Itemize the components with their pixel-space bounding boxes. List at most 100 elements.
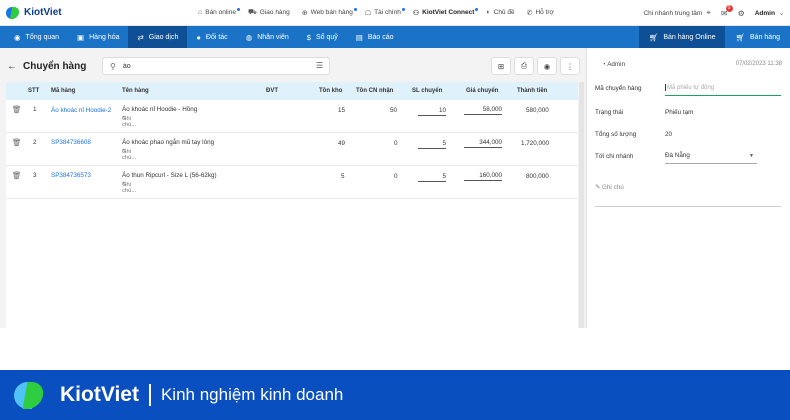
row-branch-stock: 0 <box>394 140 398 147</box>
price-input[interactable]: 344,000 <box>464 139 502 148</box>
nav-label: Báo cáo <box>367 33 394 41</box>
main-nav: ◉ Tổng quan ▣ Hàng hóa ⇄ Giao dịch ● Đối tác… <box>0 26 790 48</box>
online-sales-button[interactable]: 🛒︎ Bán hàng Online <box>638 26 726 48</box>
row-branch-stock: 50 <box>390 107 398 114</box>
nav-label: Nhân viên <box>257 33 289 41</box>
footer-divider <box>148 384 151 406</box>
row-code[interactable]: Áo khoác nỉ Hoodie-2 <box>51 106 113 115</box>
sales-button[interactable]: 🛒︎ Bán hàng <box>725 26 790 48</box>
col-qty: SL chuyển <box>412 88 443 94</box>
chevron-down-icon[interactable]: ⌄ <box>779 10 784 17</box>
pencil-icon: ✎ <box>122 182 127 188</box>
cart-icon: 🛒︎ <box>735 32 746 42</box>
pencil-icon: ✎ <box>595 184 601 191</box>
top-link-label: KiotViet Connect <box>422 9 475 16</box>
col-price: Giá chuyển <box>466 88 499 94</box>
cart-icon: 🛒︎ <box>648 32 659 42</box>
top-link-label: Tài chính <box>374 9 401 16</box>
nav-label: Hàng hóa <box>89 33 120 41</box>
row-stt: 1 <box>33 106 37 113</box>
top-link-kiotviet-connect[interactable]: ⚇ KiotViet Connect <box>412 7 479 17</box>
trash-icon[interactable]: 🗑︎ <box>12 171 22 180</box>
footer-brand: KiotViet <box>60 383 139 406</box>
col-unit: ĐVT <box>266 88 278 94</box>
col-stock: Tồn kho <box>319 88 343 94</box>
table-row: 🗑︎ 1 Áo khoác nỉ Hoodie-2 Áo khoác nỉ Ho… <box>6 100 578 133</box>
trash-icon[interactable]: 🗑︎ <box>12 105 22 114</box>
eye-icon: ◉ <box>14 32 21 42</box>
branch-name[interactable]: Chi nhánh trung tâm <box>643 10 702 17</box>
qty-input[interactable]: 10 <box>418 107 446 116</box>
row-stock: 15 <box>338 107 346 114</box>
pencil-icon: ✎ <box>122 149 127 155</box>
product-search[interactable]: ⚲ ☰ <box>102 57 330 75</box>
top-links: ⌂ Bán online ⛟ Giao hàng ⊕ Web bán hàng ☖ Tà… <box>198 7 566 17</box>
price-input[interactable]: 160,000 <box>464 172 502 181</box>
nav-bao-cao[interactable]: ▤ Báo cáo <box>347 26 403 48</box>
list-icon[interactable]: ☰ <box>316 61 323 70</box>
footer-banner: KiotViet Kinh nghiệm kinh doanh <box>0 370 790 420</box>
connect-icon: ⚇ <box>412 9 420 17</box>
qty-input[interactable]: 5 <box>418 140 446 149</box>
notification-badge: 0 <box>725 4 733 12</box>
transfer-code-input[interactable]: Mã phiếu tự động <box>665 83 781 96</box>
status-label: Trạng thái <box>595 109 624 116</box>
row-branch-stock: 0 <box>394 173 398 180</box>
finance-icon: ☖ <box>364 9 372 17</box>
top-link-chu-de[interactable]: ◐ Chủ đề <box>486 9 514 16</box>
truck-icon: ⛟ <box>247 9 257 16</box>
nav-hang-hoa[interactable]: ▣ Hàng hóa <box>68 26 128 48</box>
nav-label: Giao dịch <box>148 33 179 41</box>
row-total: 800,000 <box>526 173 549 180</box>
code-placeholder: Mã phiếu tự động <box>667 85 715 92</box>
total-qty-label: Tổng số lượng <box>595 131 637 138</box>
status-value: Phiếu tạm <box>665 109 694 116</box>
row-stt: 3 <box>33 172 37 179</box>
top-link-ban-online[interactable]: ⌂ Bán online <box>198 8 240 16</box>
top-link-tai-chinh[interactable]: ☖ Tài chính <box>364 7 405 17</box>
nav-tong-quan[interactable]: ◉ Tổng quan <box>0 26 68 48</box>
to-branch-select[interactable]: Đà Nẵng ▼ <box>665 152 757 164</box>
top-link-web-ban-hang[interactable]: ⊕ Web bán hàng <box>302 7 357 17</box>
mail-icon[interactable]: ✉ 0 <box>721 4 733 18</box>
nav-right: 🛒︎ Bán hàng Online 🛒︎ Bán hàng <box>638 26 790 48</box>
row-stt: 2 <box>33 139 37 146</box>
more-button[interactable]: ⋮ <box>560 57 580 75</box>
online-sales-label: Bán hàng Online <box>663 33 716 41</box>
row-code[interactable]: SP384736573 <box>51 172 91 179</box>
trash-icon[interactable]: 🗑︎ <box>12 138 22 147</box>
side-user: ◔ Admin <box>602 61 625 68</box>
table-scrollbar[interactable] <box>579 82 584 328</box>
nav-giao-dich[interactable]: ⇄ Giao dịch <box>128 26 188 48</box>
col-total: Thành tiền <box>517 88 548 94</box>
nav-nhan-vien[interactable]: ◍ Nhân viên <box>237 26 298 48</box>
back-arrow-icon[interactable]: ← <box>7 61 17 72</box>
note-field[interactable]: ✎ Ghi chú <box>595 183 781 207</box>
palette-icon: ◐ <box>486 9 491 16</box>
page-title: Chuyển hàng <box>23 60 87 72</box>
nav-so-quy[interactable]: $ Sổ quỹ <box>298 26 347 48</box>
row-stock: 49 <box>338 140 346 147</box>
qty-input[interactable]: 5 <box>418 173 446 182</box>
search-input[interactable] <box>122 62 303 70</box>
top-link-label: Chủ đề <box>493 9 515 16</box>
eye-icon: ◉ <box>543 61 551 71</box>
print-button[interactable]: ⎙ <box>514 57 534 75</box>
top-link-ho-tro[interactable]: ✆ Hỗ trợ <box>527 9 554 17</box>
brand-name: KiotViet <box>24 7 62 18</box>
row-code[interactable]: SP384736608 <box>51 139 91 146</box>
transfer-date[interactable]: 07/02/2023 11:38 <box>736 61 782 67</box>
logo[interactable]: KiotViet <box>0 6 80 20</box>
barcode-button[interactable]: ⊞ <box>491 57 511 75</box>
to-branch-value: Đà Nẵng <box>665 152 690 159</box>
top-link-label: Web bán hàng <box>310 9 353 16</box>
row-total: 1,720,000 <box>521 140 550 147</box>
preview-button[interactable]: ◉ <box>537 57 557 75</box>
location-icon: ⌖ <box>706 8 711 17</box>
table-row: 🗑︎ 2 SP384736608 Áo khoác phao ngắn mũ t… <box>6 133 578 166</box>
top-link-giao-hang[interactable]: ⛟ Giao hàng <box>248 8 290 17</box>
gear-icon[interactable]: ⚙ <box>738 9 745 18</box>
user-menu[interactable]: Admin <box>755 10 775 17</box>
price-input[interactable]: 58,000 <box>464 106 502 115</box>
nav-doi-tac[interactable]: ● Đối tác <box>187 26 236 48</box>
